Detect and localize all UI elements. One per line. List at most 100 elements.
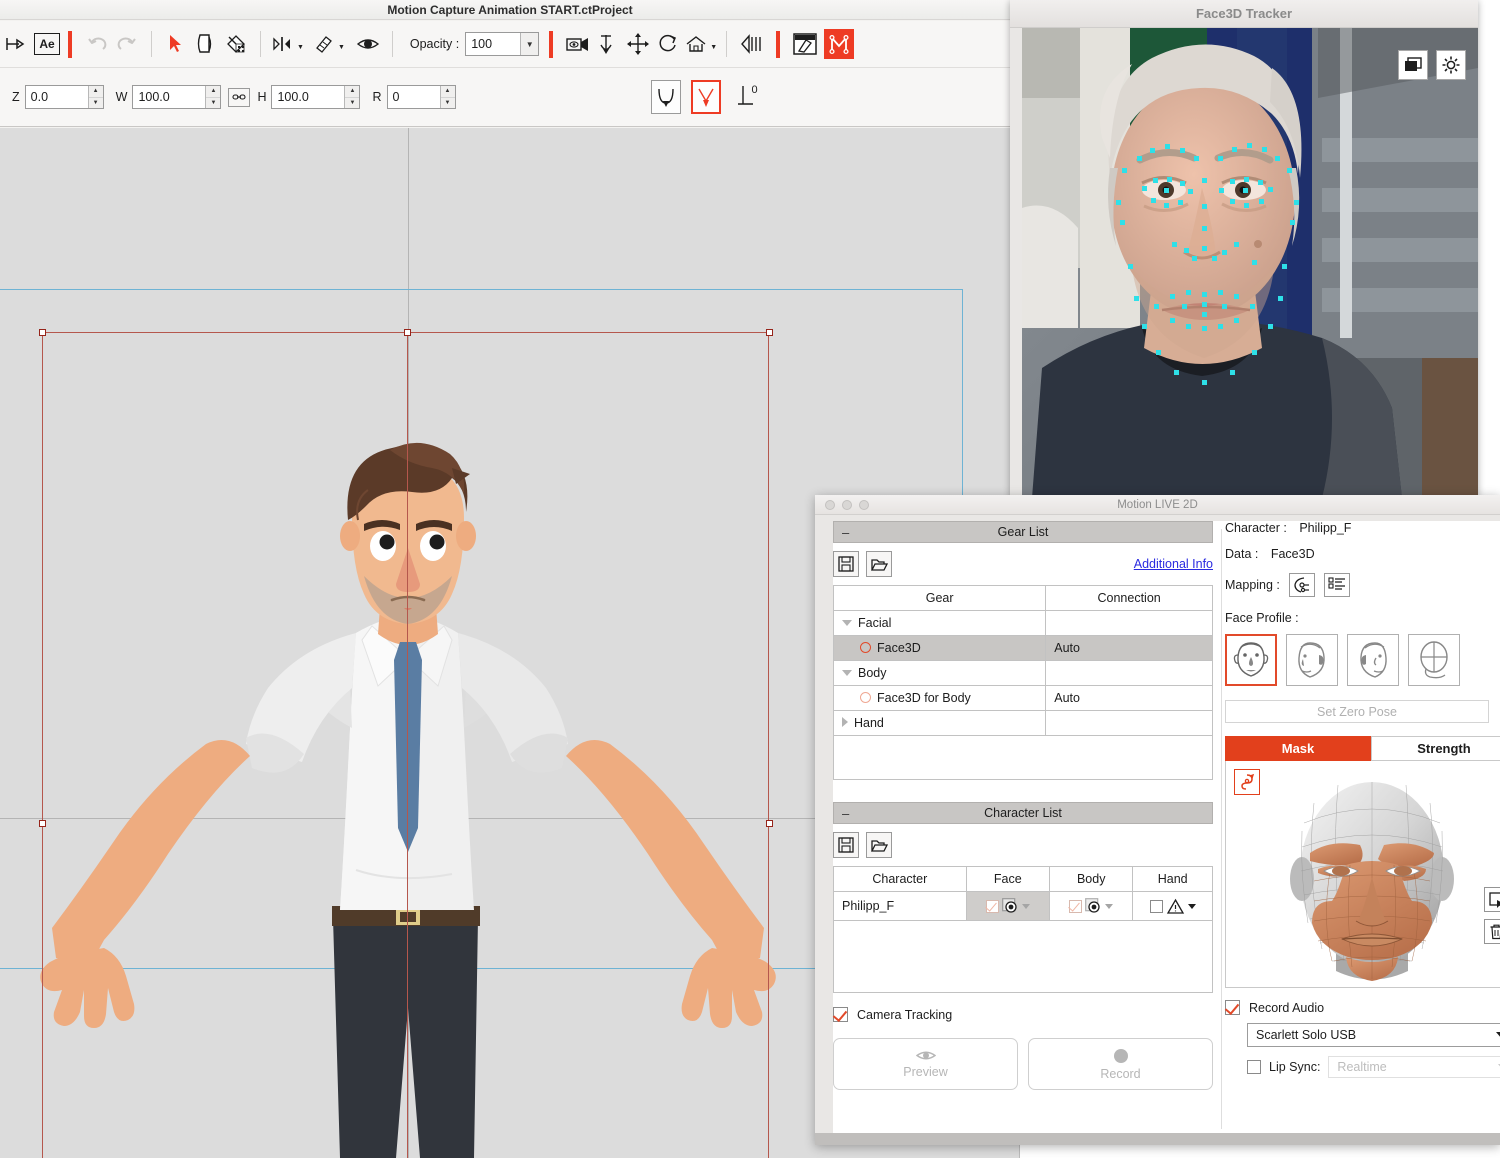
audio-device-select[interactable]: Scarlett Solo USB bbox=[1247, 1023, 1500, 1047]
transform-tool-icon[interactable] bbox=[311, 29, 337, 59]
selection-handle-top-right[interactable] bbox=[766, 329, 773, 336]
home-dropdown-caret-icon[interactable]: ▼ bbox=[710, 44, 717, 51]
w-field[interactable]: ▲▼ bbox=[132, 85, 222, 109]
set-zero-pose-button[interactable]: Set Zero Pose bbox=[1225, 700, 1489, 723]
undo-icon[interactable] bbox=[82, 29, 112, 59]
body-link-icon[interactable] bbox=[1085, 897, 1102, 915]
redo-icon[interactable] bbox=[112, 29, 142, 59]
table-row[interactable]: Face3D Auto bbox=[832, 635, 1213, 661]
gear-row-body[interactable]: Body bbox=[832, 660, 1047, 686]
gear-row-face3d-body[interactable]: Face3D for Body bbox=[832, 685, 1047, 711]
curve-sharp-icon[interactable] bbox=[690, 80, 721, 114]
lip-sync-mode-select[interactable]: Realtime bbox=[1328, 1056, 1500, 1078]
z-stepper[interactable]: ▲ ▼ bbox=[87, 86, 103, 108]
body-dropdown-caret-icon[interactable] bbox=[1105, 903, 1114, 909]
mask-strength-tabs[interactable]: Mask Strength bbox=[1225, 736, 1500, 761]
audio-device-caret-icon[interactable] bbox=[1496, 1031, 1500, 1039]
additional-info-link[interactable]: Additional Info bbox=[1134, 557, 1213, 571]
expand-collapse-icon[interactable] bbox=[842, 620, 852, 626]
face-checkbox[interactable] bbox=[985, 899, 999, 913]
gear-list-empty-area[interactable] bbox=[833, 736, 1213, 780]
record-audio-row[interactable]: Record Audio bbox=[1225, 1000, 1500, 1015]
selection-handle-top-center[interactable] bbox=[404, 329, 411, 336]
opacity-input-group[interactable]: ▼ bbox=[465, 32, 540, 56]
gear-list-collapse-icon[interactable]: – bbox=[842, 526, 849, 539]
character-list-table[interactable]: Character Face Body Hand Philipp_F bbox=[833, 866, 1213, 921]
folder-open-icon[interactable] bbox=[866, 551, 892, 577]
gear-row-face3d[interactable]: Face3D bbox=[832, 635, 1047, 661]
align-icon[interactable] bbox=[270, 29, 296, 59]
profile-three-quarter-left-icon[interactable] bbox=[1286, 634, 1338, 686]
character-list-header[interactable]: – Character List bbox=[833, 802, 1213, 824]
selection-handle-mid-right[interactable] bbox=[766, 820, 773, 827]
w-stepper[interactable]: ▲ ▼ bbox=[205, 86, 221, 108]
baseline-zero-icon[interactable]: 0 bbox=[737, 84, 758, 110]
duplicate-icon[interactable] bbox=[191, 29, 221, 59]
face-link-icon[interactable] bbox=[1001, 897, 1019, 915]
selection-handle-mid-left[interactable] bbox=[39, 820, 46, 827]
z-field[interactable]: ▲▼ bbox=[24, 85, 104, 109]
eye-icon[interactable] bbox=[353, 29, 383, 59]
w-input[interactable] bbox=[133, 86, 206, 108]
anchor-icon[interactable] bbox=[593, 29, 623, 59]
expand-collapse-icon[interactable] bbox=[842, 670, 852, 676]
z-input[interactable] bbox=[25, 86, 88, 108]
r-stepper[interactable]: ▲ ▼ bbox=[439, 86, 455, 108]
save-icon[interactable] bbox=[833, 832, 859, 858]
gear-icon[interactable] bbox=[1436, 50, 1466, 80]
body-checkbox[interactable] bbox=[1069, 899, 1083, 913]
composer-icon[interactable] bbox=[790, 29, 820, 59]
align-dropdown-caret-icon[interactable]: ▼ bbox=[297, 44, 304, 51]
motion-live-icon[interactable] bbox=[824, 29, 855, 59]
body-cell[interactable] bbox=[1049, 891, 1134, 921]
lip-sync-row[interactable]: Lip Sync: Realtime bbox=[1247, 1056, 1500, 1078]
camera-tracking-checkbox[interactable] bbox=[833, 1007, 848, 1022]
after-effects-icon[interactable]: Ae bbox=[32, 29, 62, 59]
h-stepper[interactable]: ▲ ▼ bbox=[344, 86, 360, 108]
table-row[interactable]: Hand bbox=[832, 710, 1213, 736]
tab-strength[interactable]: Strength bbox=[1371, 736, 1500, 761]
selection-bounding-box[interactable] bbox=[42, 332, 769, 1158]
export-arrow-icon[interactable] bbox=[2, 29, 32, 59]
mask-preview[interactable] bbox=[1225, 761, 1500, 988]
expand-collapse-icon[interactable] bbox=[842, 717, 848, 727]
tab-mask[interactable]: Mask bbox=[1225, 736, 1371, 761]
face-dropdown-caret-icon[interactable] bbox=[1021, 903, 1030, 909]
opacity-dropdown-caret-icon[interactable]: ▼ bbox=[520, 33, 539, 55]
link-aspect-icon[interactable] bbox=[228, 87, 251, 107]
paint-bucket-icon[interactable] bbox=[221, 29, 251, 59]
table-row[interactable]: Facial bbox=[832, 610, 1213, 636]
profile-front-icon[interactable] bbox=[1225, 634, 1277, 686]
camera-tracking-row[interactable]: Camera Tracking bbox=[833, 1007, 1213, 1022]
list-mapping-icon[interactable] bbox=[1323, 573, 1350, 597]
record-button[interactable]: Record bbox=[1028, 1038, 1213, 1090]
gear-row-hand[interactable]: Hand bbox=[832, 710, 1047, 736]
opacity-input[interactable] bbox=[466, 33, 521, 55]
h-field[interactable]: ▲▼ bbox=[271, 85, 361, 109]
character-name-cell[interactable]: Philipp_F bbox=[833, 891, 967, 921]
hand-dropdown-caret-icon[interactable] bbox=[1187, 903, 1196, 909]
curve-smooth-icon[interactable] bbox=[650, 80, 681, 114]
r-field[interactable]: ▲▼ bbox=[386, 85, 456, 109]
select-region-icon[interactable] bbox=[1484, 887, 1500, 912]
record-audio-checkbox[interactable] bbox=[1225, 1000, 1240, 1015]
camera-preview-icon[interactable] bbox=[563, 29, 593, 59]
head-mask-model[interactable] bbox=[1226, 761, 1500, 988]
hand-checkbox[interactable] bbox=[1149, 899, 1163, 913]
gear-list-table[interactable]: Gear Connection Facial Face3D Auto Body … bbox=[832, 585, 1213, 736]
profile-custom-icon[interactable] bbox=[1408, 634, 1460, 686]
transform-dropdown-caret-icon[interactable]: ▼ bbox=[338, 44, 345, 51]
rotate-icon[interactable] bbox=[653, 29, 683, 59]
preview-button[interactable]: Preview bbox=[833, 1038, 1018, 1090]
table-row[interactable]: Body bbox=[832, 660, 1213, 686]
character-list-empty-area[interactable] bbox=[833, 921, 1213, 993]
hand-cell[interactable] bbox=[1132, 891, 1213, 921]
move-icon[interactable] bbox=[623, 29, 653, 59]
folder-open-icon[interactable] bbox=[866, 832, 892, 858]
r-input[interactable] bbox=[387, 86, 440, 108]
profile-three-quarter-right-icon[interactable] bbox=[1347, 634, 1399, 686]
mirror-icon[interactable] bbox=[736, 29, 766, 59]
table-row[interactable]: Philipp_F bbox=[833, 891, 1213, 921]
h-input[interactable] bbox=[272, 86, 345, 108]
gear-list-header[interactable]: – Gear List bbox=[833, 521, 1213, 543]
